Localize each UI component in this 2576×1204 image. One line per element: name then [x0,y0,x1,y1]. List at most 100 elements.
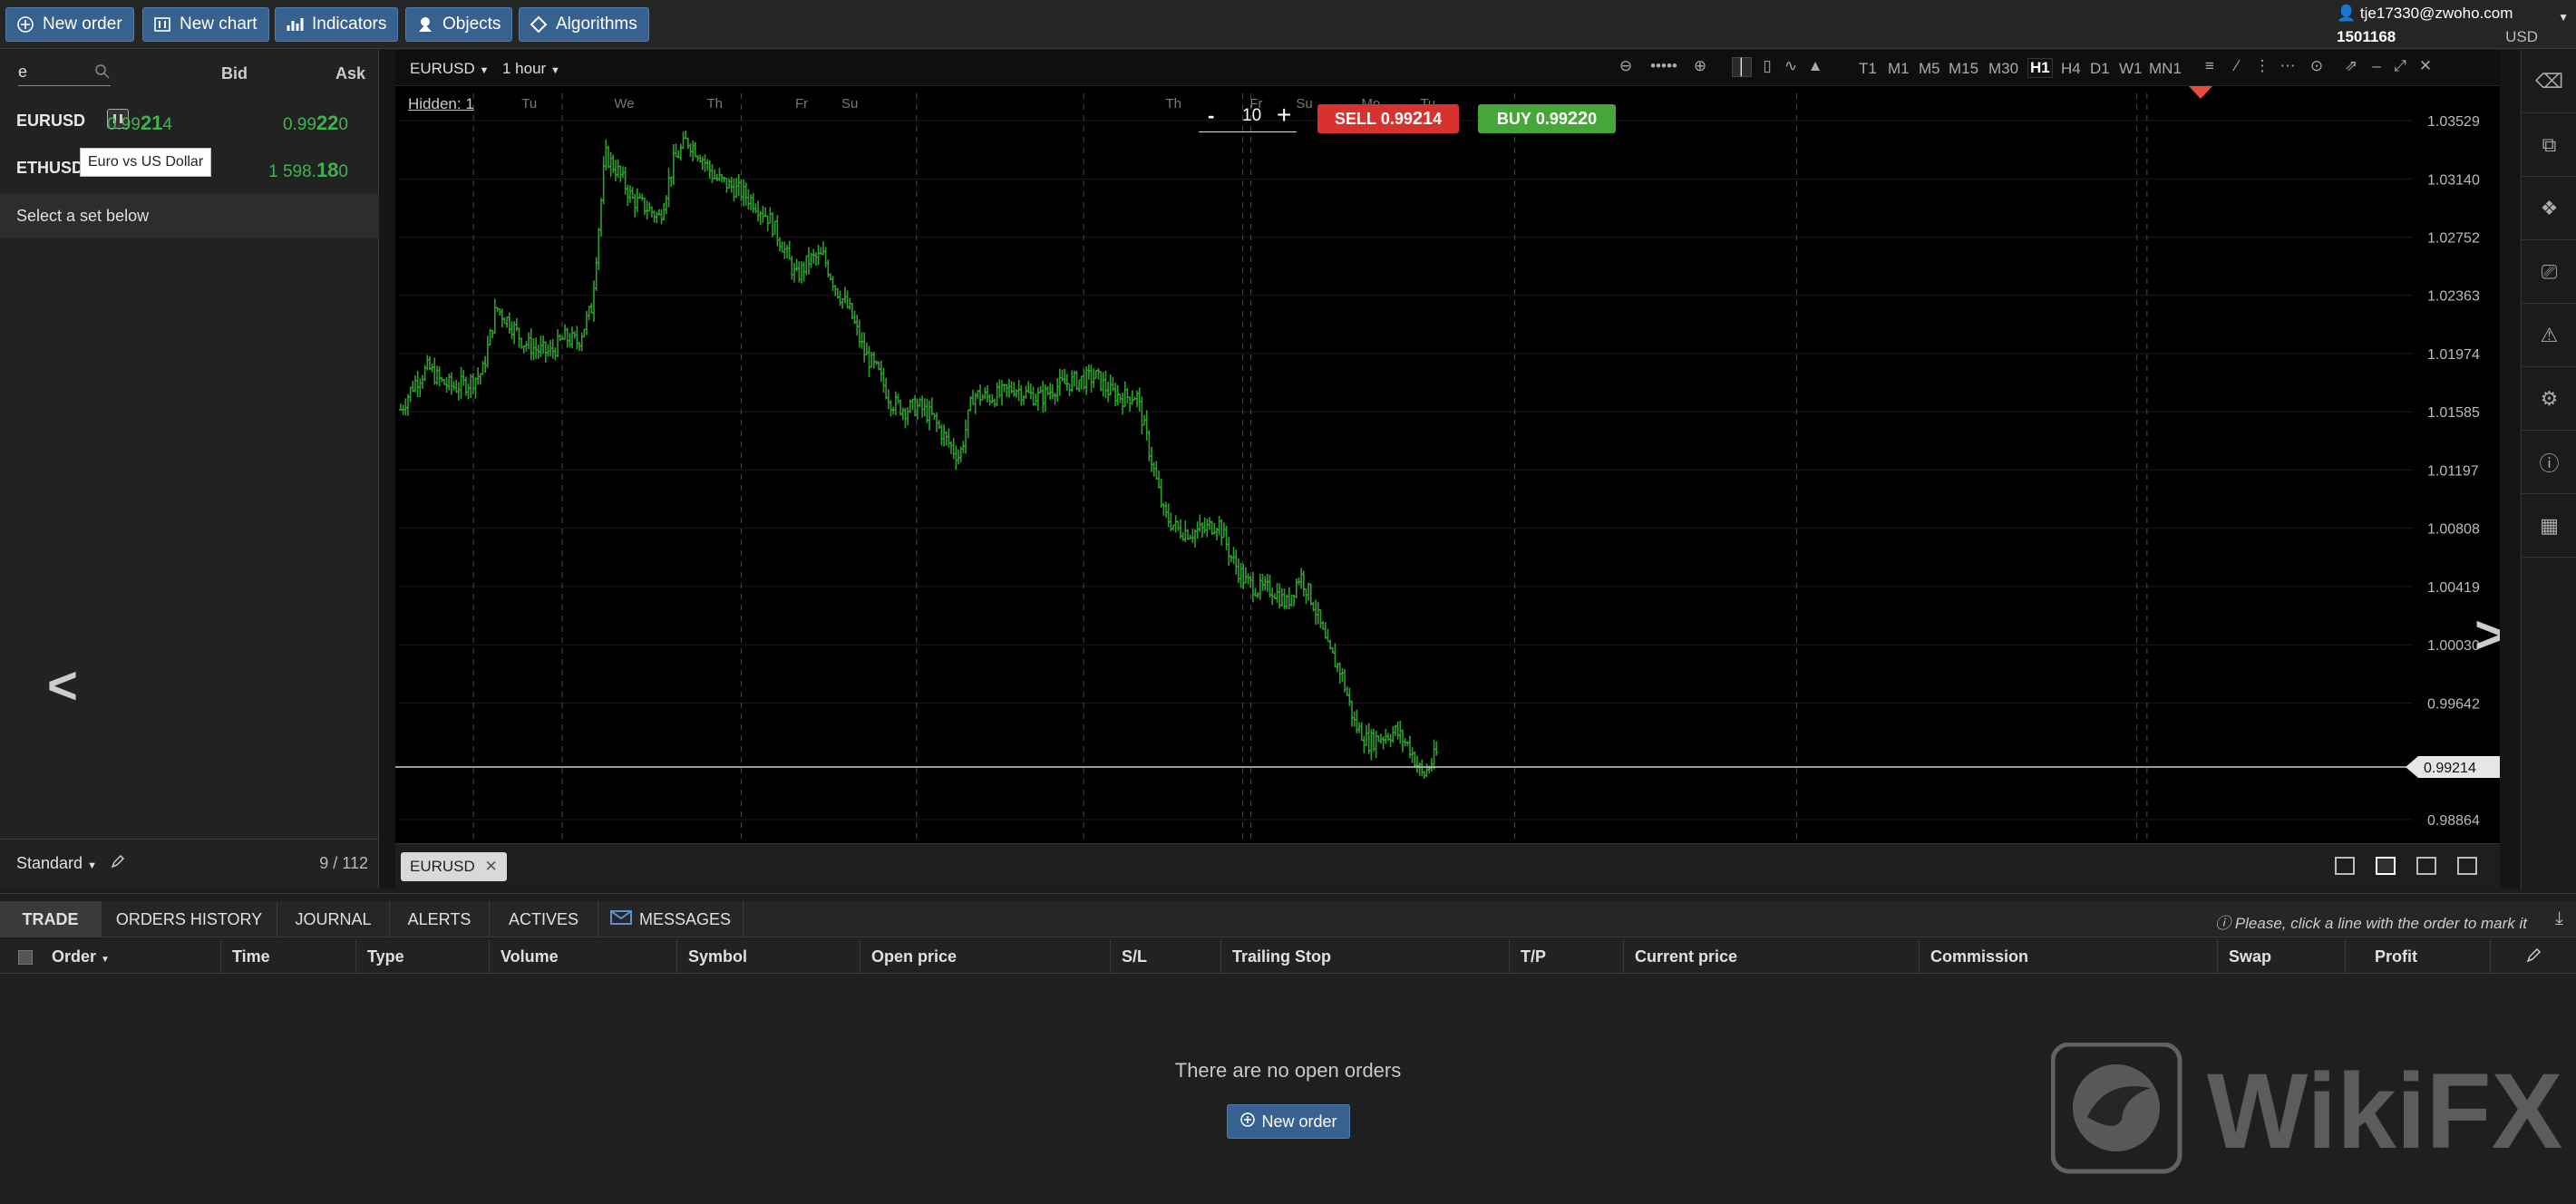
layout-rows-icon[interactable] [2457,857,2477,875]
minimize-icon[interactable]: – [2367,57,2386,77]
timeframe-m15[interactable]: M15 [1949,60,1978,78]
bid-price[interactable]: 0.99214 [107,112,172,135]
popout-icon[interactable]: ⇗ [2341,57,2361,77]
new-order-button-empty-state[interactable]: New order [1227,1104,1350,1139]
horizontal-line-icon[interactable]: ⋯ [2278,57,2298,77]
terminal-tabs: TRADE ORDERS HISTORY JOURNAL ALERTS ACTI… [0,901,2576,937]
timeframe-h1[interactable]: H1 [2027,58,2053,78]
ask-price[interactable]: 1 598.180 [268,159,348,182]
timeframe-d1[interactable]: D1 [2090,60,2110,78]
quantity-decrease-button[interactable]: - [1208,104,1214,128]
tab-alerts[interactable]: ALERTS [390,901,490,937]
left-splitter[interactable] [379,50,395,888]
column-order[interactable]: Order ▼ [52,947,110,966]
plus-circle-icon [1239,1112,1256,1132]
tab-orders-history[interactable]: ORDERS HISTORY [102,901,277,937]
chart-settings-icon[interactable]: ≡ [2200,57,2220,77]
column-profit[interactable]: Profit [2375,947,2417,966]
candle-chart-type-icon[interactable]: ▯ [1757,57,1777,77]
column-volume[interactable]: Volume [501,947,559,966]
sell-button[interactable]: SELL 0.99 21 4 [1317,104,1459,133]
column-symbol[interactable]: Symbol [688,947,747,966]
settings-icon[interactable]: ⚙ [2522,367,2576,431]
algorithms-button[interactable]: Algorithms [519,7,649,42]
chart-tab-eurusd[interactable]: EURUSD ✕ [401,852,507,881]
tab-trade[interactable]: TRADE [0,901,102,937]
info-icon[interactable]: ⓘ [2522,431,2576,494]
timeframe-w1[interactable]: W1 [2119,60,2143,78]
layers-icon[interactable]: ⧉ [2522,113,2576,177]
zoom-slider[interactable]: ••••• [1643,57,1685,77]
quantity-value[interactable]: 10 [1242,106,1261,126]
timeframe-m30[interactable]: M30 [1988,60,2018,78]
export-icon[interactable]: ⤓ [2555,908,2563,929]
maximize-icon[interactable]: ⤢ [2390,57,2410,77]
column-trailing-stop[interactable]: Trailing Stop [1232,947,1331,966]
column-swap[interactable]: Swap [2229,947,2271,966]
new-order-button[interactable]: New order [5,7,134,42]
new-chart-button[interactable]: New chart [142,7,269,42]
select-all-checkbox[interactable] [18,950,33,965]
tab-messages[interactable]: MESSAGES [598,901,744,937]
close-tab-icon[interactable]: ✕ [485,858,498,875]
price-chart[interactable]: 1.03529 1.03140 1.02752 1.02363 1.01974 1.015… [395,86,2500,857]
column-stop-loss[interactable]: S/L [1122,947,1147,966]
column-open-price[interactable]: Open price [871,947,957,966]
warning-icon[interactable]: ⚠ [2522,304,2576,367]
bar-chart-type-icon[interactable]: │ [1732,57,1752,77]
close-chart-icon[interactable]: ✕ [2416,57,2435,77]
y-tick-label: 1.00808 [2427,522,2480,538]
day-label: Th [1165,96,1181,112]
layout-grid-icon[interactable] [2376,857,2396,875]
column-type[interactable]: Type [367,947,404,966]
quantity-increase-button[interactable]: + [1277,101,1291,130]
timeframe-mn1[interactable]: MN1 [2149,60,2182,78]
y-tick-label: 1.01197 [2427,463,2479,479]
target-icon[interactable]: ⊙ [2307,57,2327,77]
terminal-icon[interactable]: ⎚ [2522,240,2576,304]
timeframe-t1[interactable]: T1 [1859,60,1877,78]
previous-arrow-icon[interactable]: < [47,655,78,716]
hidden-objects-label[interactable]: Hidden: 1 [408,95,474,113]
chart-toolbar: EURUSD ▼ 1 hour ▼ ⊖ ••••• ⊕ │ ▯ ∿ ▲ T1 M… [395,50,2500,86]
tab-journal[interactable]: JOURNAL [277,901,390,937]
account-menu[interactable]: 👤 tje17330@zwoho.com 1501168 USD ▼ [2337,2,2569,49]
timeframe-h4[interactable]: H4 [2061,60,2081,78]
set-selector[interactable]: Standard ▼ [16,854,125,873]
zoom-in-icon[interactable]: ⊕ [1690,57,1710,77]
watchlist-row-eurusd[interactable]: EURUSD 0.99214 0.99220 [0,97,379,144]
search-input[interactable]: e [18,63,111,86]
column-take-profit[interactable]: T/P [1521,947,1546,966]
timeframe-m1[interactable]: M1 [1888,60,1910,78]
day-label: Th [707,96,724,112]
ask-price[interactable]: 0.99220 [283,112,348,135]
buy-button[interactable]: BUY 0.99 22 0 [1478,104,1616,133]
calculator-icon[interactable]: ▦ [2522,494,2576,558]
line-chart-type-icon[interactable]: ∿ [1781,57,1801,77]
quantity-stepper[interactable]: - 10 + [1199,101,1335,132]
objects-button[interactable]: Objects [405,7,513,42]
column-commission[interactable]: Commission [1930,947,2028,966]
indicator-panel-icon[interactable]: ❖ [2522,177,2576,240]
pencil-icon[interactable] [111,854,125,872]
eraser-icon[interactable]: ⌫ [2522,50,2576,113]
area-chart-type-icon[interactable]: ▲ [1805,57,1825,77]
tab-actives[interactable]: ACTIVES [490,901,598,937]
y-tick-label: 1.03529 [2427,114,2480,130]
symbol-count: 9 / 112 [319,854,368,872]
right-splitter[interactable] [2500,50,2520,888]
column-current-price[interactable]: Current price [1635,947,1737,966]
timeframe-m5[interactable]: M5 [1919,60,1940,78]
layout-single-icon[interactable] [2335,857,2355,875]
edit-columns-icon[interactable] [2526,947,2542,967]
chart-timeframe-selector[interactable]: 1 hour ▼ [502,60,560,78]
vertical-line-icon[interactable]: ⋮ [2252,57,2272,77]
zoom-out-icon[interactable]: ⊖ [1616,57,1636,77]
column-time[interactable]: Time [232,947,270,966]
indicators-button[interactable]: Indicators [275,7,399,42]
layout-columns-icon[interactable] [2416,857,2436,875]
select-set-row[interactable]: Select a set below [0,193,379,238]
chart-symbol-selector[interactable]: EURUSD ▼ [410,60,489,78]
trendline-icon[interactable]: ∕ [2227,57,2247,77]
ask-header: Ask [335,64,366,83]
